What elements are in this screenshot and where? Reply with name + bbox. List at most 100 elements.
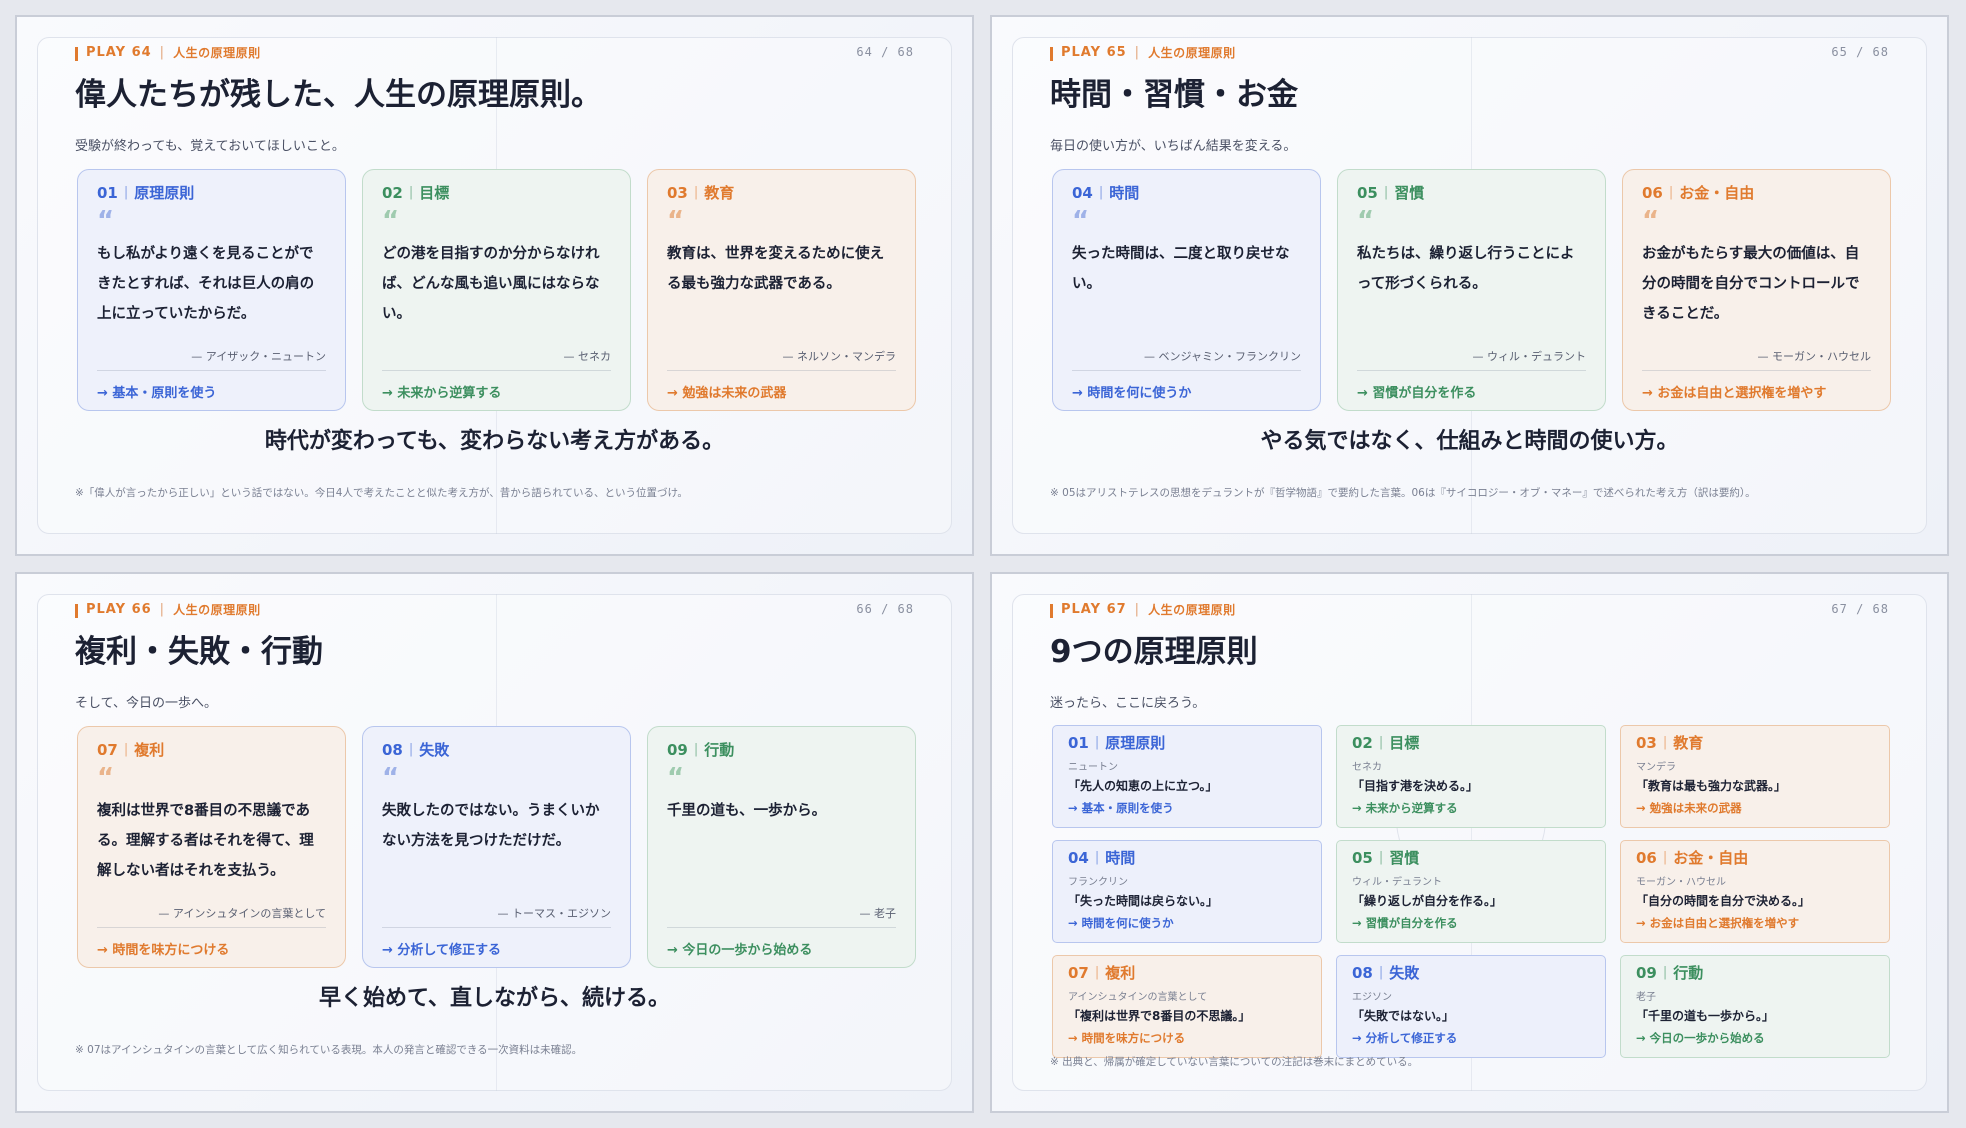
card-header: 01 | 原理原則 xyxy=(1068,733,1166,753)
quote-text: 複利は世界で8番目の不思議である。理解する者はそれを得て、理解しない者はそれを支… xyxy=(97,803,314,879)
author-name: モーガン・ハウセル xyxy=(1636,877,1726,888)
summary-card-02: 02 | 目標 セネカ 「目指す港を決める。」 → 未来から逆算する xyxy=(1336,725,1606,828)
accent-bar xyxy=(1050,47,1053,61)
card-header: 01 | 原理原則 xyxy=(97,183,195,203)
card-header: 03 | 教育 xyxy=(667,183,735,203)
divider xyxy=(382,927,611,928)
card-header: 09 | 行動 xyxy=(1636,963,1704,983)
summary-card-01: 01 | 原理原則 ニュートン 「先人の知恵の上に立つ。」 → 基本・原則を使う xyxy=(1052,725,1322,828)
divider xyxy=(667,927,896,928)
quote-summary: 「千里の道も一歩から。」 xyxy=(1636,1009,1775,1023)
takeaway: → 未来から逆算する xyxy=(1352,801,1458,815)
quote-author: — ベンジャミン・フランクリン xyxy=(1144,350,1301,363)
quote-mark-icon: “ xyxy=(97,206,115,236)
slide-title: 複利・失敗・行動 xyxy=(75,634,323,670)
author-name: 老子 xyxy=(1636,992,1656,1003)
takeaway: → 分析して修正する xyxy=(1352,1031,1458,1045)
footnote: ※ 05はアリストテレスの思想をデュラントが『哲学物語』で要約した言葉。06は『… xyxy=(1050,487,1756,499)
divider xyxy=(1642,370,1871,371)
author-name: エジソン xyxy=(1352,992,1392,1003)
play-number: PLAY 66 xyxy=(86,601,152,617)
card-header: 02 | 目標 xyxy=(1352,733,1420,753)
summary-card-04: 04 | 時間 フランクリン 「失った時間は戻らない。」 → 時間を何に使うか xyxy=(1052,840,1322,943)
takeaway: → お金は自由と選択権を増やす xyxy=(1636,916,1800,930)
divider xyxy=(97,927,326,928)
quote-summary: 「目指す港を決める。」 xyxy=(1352,779,1479,793)
card-header: 04 | 時間 xyxy=(1068,848,1136,868)
card-header: 07 | 複利 xyxy=(1068,963,1136,983)
quote-summary: 「複利は世界で8番目の不思議。」 xyxy=(1068,1009,1251,1023)
separator: | xyxy=(1134,601,1141,617)
takeaway: → 今日の一歩から始める xyxy=(667,943,813,958)
card-header: 08 | 失敗 xyxy=(1352,963,1420,983)
takeaway: → 時間を味方につける xyxy=(1068,1031,1186,1045)
author-name: フランクリン xyxy=(1068,877,1128,888)
summary-card-06: 06 | お金・自由 モーガン・ハウセル 「自分の時間を自分で決める。」 → お金は… xyxy=(1620,840,1890,943)
quote-author: — アイザック・ニュートン xyxy=(191,350,326,363)
slide-65: PLAY 65 | 人生の原理原則 65 / 68 時間・習慣・お金 毎日の使い… xyxy=(990,15,1949,556)
quote-summary: 「自分の時間を自分で決める。」 xyxy=(1636,894,1811,908)
separator: | xyxy=(159,44,166,60)
takeaway: → 習慣が自分を作る xyxy=(1357,386,1477,401)
quote-card-05: 05 | 習慣 “ 私たちは、繰り返し行うことによって形づくられる。 — ウィル・デ… xyxy=(1337,169,1606,411)
play-number: PLAY 65 xyxy=(1061,44,1127,60)
section-name: 人生の原理原則 xyxy=(1148,602,1236,617)
summary-card-03: 03 | 教育 マンデラ 「教育は最も強力な武器。」 → 勉強は未来の武器 xyxy=(1620,725,1890,828)
card-header: 09 | 行動 xyxy=(667,740,735,760)
takeaway: → 基本・原則を使う xyxy=(1068,801,1174,815)
divider xyxy=(667,370,896,371)
card-header: 04 | 時間 xyxy=(1072,183,1140,203)
section-name: 人生の原理原則 xyxy=(173,602,261,617)
section-name: 人生の原理原則 xyxy=(173,45,261,60)
author-name: セネカ xyxy=(1352,762,1382,773)
quote-mark-icon: “ xyxy=(97,763,115,793)
quote-mark-icon: “ xyxy=(382,763,400,793)
card-header: 08 | 失敗 xyxy=(382,740,450,760)
author-name: アインシュタインの言葉として xyxy=(1068,992,1208,1003)
quote-card-04: 04 | 時間 “ 失った時間は、二度と取り戻せない。 — ベンジャミン・フランクリ… xyxy=(1052,169,1321,411)
takeaway: → 時間を何に使うか xyxy=(1068,916,1174,930)
takeaway: → 時間を何に使うか xyxy=(1072,386,1192,401)
takeaway: → 勉強は未来の武器 xyxy=(1636,801,1742,815)
summary-card-08: 08 | 失敗 エジソン 「失敗ではない。」 → 分析して修正する xyxy=(1336,955,1606,1058)
quote-text: 失敗したのではない。うまくいかない方法を見つけただけだ。 xyxy=(382,803,600,849)
quote-author: — ネルソン・マンデラ xyxy=(782,350,897,363)
summary-card-09: 09 | 行動 老子 「千里の道も一歩から。」 → 今日の一歩から始める xyxy=(1620,955,1890,1058)
takeaway: → 習慣が自分を作る xyxy=(1352,916,1458,930)
summary-card-07: 07 | 複利 アインシュタインの言葉として 「複利は世界で8番目の不思議。」 → … xyxy=(1052,955,1322,1058)
quote-mark-icon: “ xyxy=(667,206,685,236)
quote-summary: 「失敗ではない。」 xyxy=(1352,1009,1455,1023)
key-statement: 時代が変わっても、変わらない考え方がある。 xyxy=(264,429,725,454)
slide-64: PLAY 64 | 人生の原理原則 64 / 68 偉人たちが残した、人生の原理… xyxy=(15,15,974,556)
quote-summary: 「失った時間は戻らない。」 xyxy=(1068,894,1219,908)
summary-card-05: 05 | 習慣 ウィル・デュラント 「繰り返しが自分を作る。」 → 習慣が自分を作る xyxy=(1336,840,1606,943)
quote-summary: 「教育は最も強力な武器。」 xyxy=(1636,779,1787,793)
divider xyxy=(1357,370,1586,371)
card-header: 03 | 教育 xyxy=(1636,733,1704,753)
quote-card-02: 02 | 目標 “ どの港を目指すのか分からなければ、どんな風も追い風にはならない。… xyxy=(362,169,631,411)
footnote: ※「偉人が言ったから正しい」という話ではない。今日4人で考えたことと似た考え方が… xyxy=(75,487,688,499)
separator: | xyxy=(159,601,166,617)
slide-subtitle: 毎日の使い方が、いちばん結果を変える。 xyxy=(1050,139,1297,154)
play-label: PLAY 65 | 人生の原理原則 xyxy=(1050,43,1236,61)
key-statement: やる気ではなく、仕組みと時間の使い方。 xyxy=(1260,429,1679,454)
card-header: 02 | 目標 xyxy=(382,183,450,203)
page-number: 64 / 68 xyxy=(856,45,914,59)
slide-subtitle: 受験が終わっても、覚えておいてほしいこと。 xyxy=(75,139,345,154)
page-number: 66 / 68 xyxy=(856,602,914,616)
card-header: 05 | 習慣 xyxy=(1357,183,1425,203)
quote-mark-icon: “ xyxy=(1642,206,1660,236)
slide-66: PLAY 66 | 人生の原理原則 66 / 68 複利・失敗・行動 そして、今… xyxy=(15,572,974,1113)
takeaway: → 未来から逆算する xyxy=(382,386,502,401)
takeaway: → お金は自由と選択権を増やす xyxy=(1642,386,1827,401)
divider xyxy=(1072,370,1301,371)
card-header: 06 | お金・自由 xyxy=(1642,183,1755,203)
slide-subtitle: そして、今日の一歩へ。 xyxy=(75,696,217,711)
quote-text: 私たちは、繰り返し行うことによって形づくられる。 xyxy=(1357,246,1575,292)
quote-author: — モーガン・ハウセル xyxy=(1757,350,1872,363)
quote-mark-icon: “ xyxy=(1357,206,1375,236)
quote-author: — トーマス・エジソン xyxy=(497,907,612,920)
takeaway: → 基本・原則を使う xyxy=(97,386,217,401)
takeaway: → 分析して修正する xyxy=(382,943,502,958)
author-name: ウィル・デュラント xyxy=(1352,877,1442,888)
